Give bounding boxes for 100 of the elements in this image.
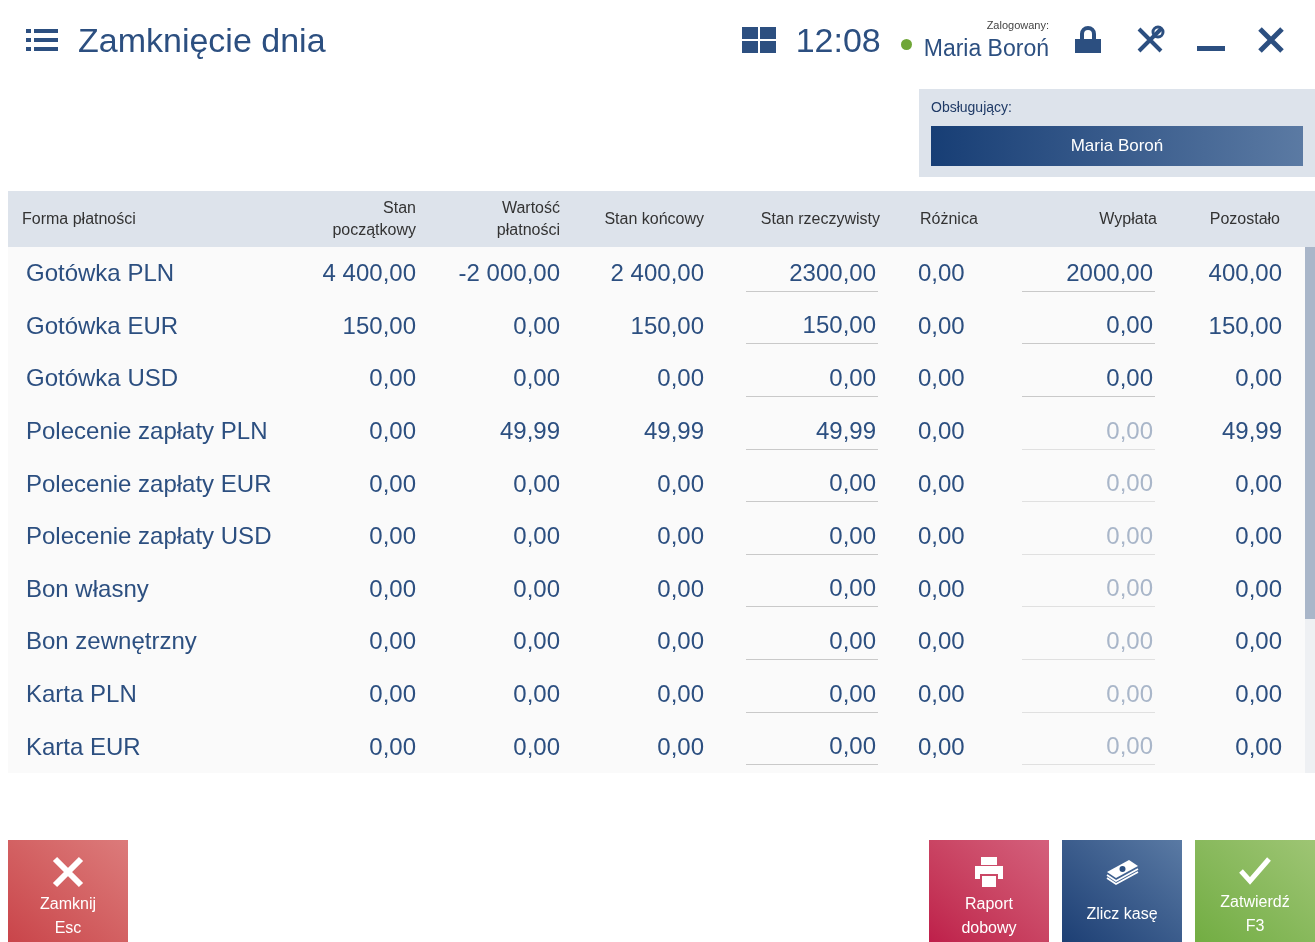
table-cell-text: 0,00 bbox=[513, 731, 560, 762]
actual-amount-field[interactable]: 0,00 bbox=[746, 728, 878, 766]
table-cell: 0,00 bbox=[918, 680, 965, 708]
table-cell: 0,00 bbox=[918, 364, 965, 392]
table-cell-text: 150,00 bbox=[630, 310, 704, 341]
table-cell-text: 0,00 bbox=[657, 468, 704, 499]
table-cell-text: 150,00 bbox=[342, 310, 416, 341]
payment-method: Polecenie zapłaty EUR bbox=[26, 469, 272, 497]
actual-amount-field[interactable]: 2300,00 bbox=[746, 254, 878, 292]
column-header: Różnica bbox=[920, 209, 978, 229]
payout-field[interactable]: 0,00 bbox=[1022, 360, 1155, 397]
table-cell-text: 0,00 bbox=[657, 521, 704, 552]
operator-label: Obsługujący: bbox=[931, 98, 1013, 117]
table-cell-text: 0,00 bbox=[657, 626, 704, 657]
table-cell-text: 0,00 bbox=[513, 573, 560, 604]
actual-amount-field[interactable]: 150,00 bbox=[746, 307, 878, 345]
tools-icon[interactable] bbox=[1135, 25, 1165, 55]
user-name: Maria Boroń bbox=[923, 34, 1049, 64]
column-header: Stan początkowy bbox=[331, 198, 416, 240]
tiles-icon[interactable] bbox=[741, 27, 776, 53]
payment-method: Bon własny bbox=[26, 574, 149, 602]
table-cell-text: 0,00 bbox=[369, 573, 416, 604]
actual-amount-field[interactable]: 0,00 bbox=[746, 465, 878, 503]
table-cell-text: 0,00 bbox=[513, 521, 560, 552]
clock: 12:08 bbox=[795, 19, 881, 61]
actual-amount-field[interactable]: 49,99 bbox=[746, 412, 878, 450]
actual-amount-field[interactable]: 0,00 bbox=[746, 675, 878, 713]
table-cell-text: 0,00 bbox=[369, 363, 416, 394]
menu-icon[interactable] bbox=[26, 28, 58, 52]
column-header: Forma płatności bbox=[22, 209, 136, 229]
payout-field[interactable]: 0,00 bbox=[1022, 307, 1155, 345]
operator-selector[interactable]: Maria Boroń bbox=[931, 126, 1303, 166]
actual-amount-field[interactable]: 0,00 bbox=[746, 622, 878, 660]
payment-method: Gotówka EUR bbox=[26, 311, 179, 339]
table-cell-text: 400,00 bbox=[1208, 258, 1282, 289]
column-header: Pozostało bbox=[1209, 209, 1280, 229]
payment-method: Gotówka PLN bbox=[26, 259, 175, 287]
table-cell-text: 0,00 bbox=[1235, 731, 1282, 762]
table-cell-text: 0,00 bbox=[369, 626, 416, 657]
actual-amount-field[interactable]: 0,00 bbox=[746, 570, 878, 608]
scrollbar[interactable] bbox=[1305, 247, 1315, 773]
table-cell-text: 150,00 bbox=[1208, 310, 1282, 341]
table-cell-text: 0,00 bbox=[369, 521, 416, 552]
table-cell-text: -2 000,00 bbox=[458, 258, 560, 289]
table-cell-text: 0,00 bbox=[369, 468, 416, 499]
payment-method: Gotówka USD bbox=[26, 364, 179, 392]
column-header: Wypłata bbox=[1099, 209, 1157, 229]
daily-report-button[interactable]: Raport dobowy bbox=[929, 840, 1049, 942]
table-cell-text: 49,99 bbox=[643, 416, 704, 447]
table-cell-text: 49,99 bbox=[499, 416, 560, 447]
table-cell: 0,00 bbox=[918, 732, 965, 760]
close-icon[interactable] bbox=[1257, 26, 1285, 54]
column-header: Stan rzeczywisty bbox=[760, 209, 880, 229]
page-title: Zamknięcie dnia bbox=[78, 19, 326, 61]
table-cell-text: 49,99 bbox=[1221, 416, 1282, 447]
table-cell-text: 2 400,00 bbox=[610, 258, 704, 289]
table-cell-text: 0,00 bbox=[1235, 521, 1282, 552]
table-cell-text: 0,00 bbox=[1235, 679, 1282, 710]
table-cell: 0,00 bbox=[918, 311, 965, 339]
table-cell-text: 0,00 bbox=[1235, 363, 1282, 394]
payment-method: Bon zewnętrzny bbox=[26, 627, 197, 655]
payment-method: Karta EUR bbox=[26, 732, 141, 760]
table-cell-text: 0,00 bbox=[1235, 626, 1282, 657]
table-cell-text: 0,00 bbox=[657, 679, 704, 710]
table-cell-text: 0,00 bbox=[369, 679, 416, 710]
printer-icon bbox=[972, 856, 1006, 888]
column-header: Stan końcowy bbox=[604, 209, 704, 229]
table-cell: 0,00 bbox=[918, 627, 965, 655]
table-cell: 0,00 bbox=[918, 259, 965, 287]
close-button[interactable]: Zamknij Esc bbox=[8, 840, 128, 942]
table-cell: 0,00 bbox=[918, 522, 965, 550]
checkmark-icon bbox=[1238, 856, 1272, 886]
table-cell-text: 0,00 bbox=[513, 363, 560, 394]
table-cell-text: 0,00 bbox=[513, 626, 560, 657]
table-cell-text: 0,00 bbox=[369, 416, 416, 447]
table-cell-text: 0,00 bbox=[369, 731, 416, 762]
lock-icon[interactable] bbox=[1073, 25, 1103, 55]
table-cell-text: 0,00 bbox=[513, 468, 560, 499]
table-cell: 0,00 bbox=[918, 469, 965, 497]
payout-field[interactable]: 2000,00 bbox=[1022, 254, 1155, 292]
column-header: Wartość płatności bbox=[495, 198, 560, 240]
payment-method: Karta PLN bbox=[26, 680, 137, 708]
table-cell-text: 4 400,00 bbox=[322, 258, 416, 289]
actual-amount-field[interactable]: 0,00 bbox=[746, 360, 878, 397]
table-cell: 0,00 bbox=[918, 574, 965, 602]
table-cell-text: 0,00 bbox=[513, 679, 560, 710]
close-icon bbox=[51, 856, 85, 888]
actual-amount-field[interactable]: 0,00 bbox=[746, 517, 878, 555]
table-cell: 0,00 bbox=[918, 417, 965, 445]
logged-in-label: Zalogowany: bbox=[986, 17, 1049, 33]
payment-method: Polecenie zapłaty USD bbox=[26, 522, 272, 550]
table-cell-text: 0,00 bbox=[513, 310, 560, 341]
table-cell-text: 0,00 bbox=[1235, 573, 1282, 604]
table-cell-text: 0,00 bbox=[657, 731, 704, 762]
minimize-icon[interactable] bbox=[1197, 46, 1225, 54]
table-cell-text: 0,00 bbox=[1235, 468, 1282, 499]
payment-method: Polecenie zapłaty PLN bbox=[26, 417, 268, 445]
table-cell-text: 0,00 bbox=[657, 573, 704, 604]
table-cell-text: 0,00 bbox=[657, 363, 704, 394]
count-cash-button[interactable]: Zlicz kasę bbox=[1062, 840, 1182, 942]
